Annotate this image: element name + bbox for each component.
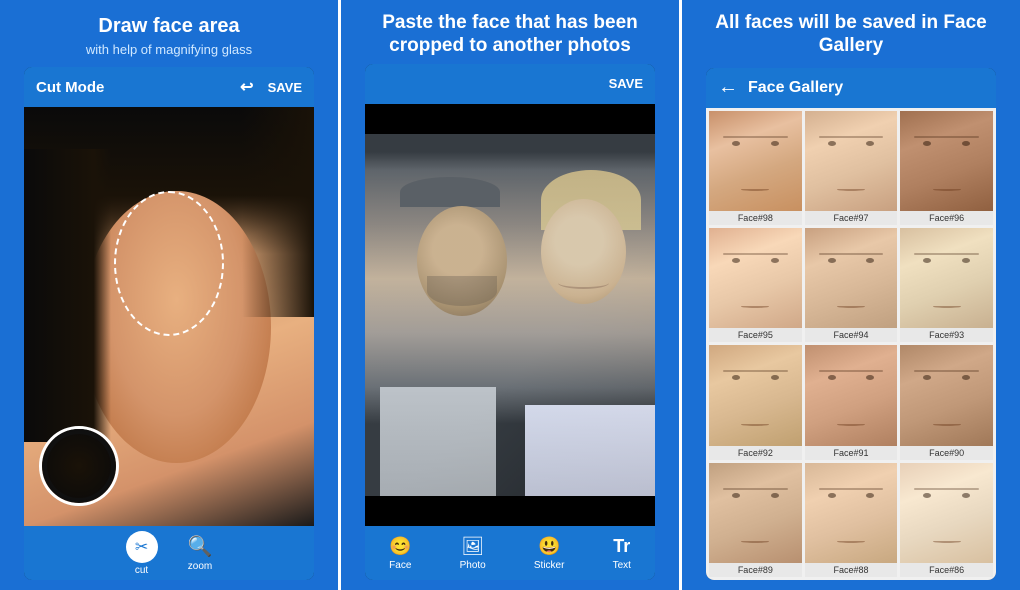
face-thumb-f98 <box>709 111 802 211</box>
black-bar-top <box>365 104 655 134</box>
face-thumb-f94 <box>805 228 898 328</box>
cut-tool[interactable]: ✂ cut <box>126 531 158 576</box>
face-thumb-f88 <box>805 463 898 563</box>
face-label-f94: Face#94 <box>805 328 898 342</box>
bottom-bar-2: 😊 Face 🖼 Photo 😃 Sticker Tr Text <box>365 526 655 580</box>
face-label-f92: Face#92 <box>709 446 802 460</box>
black-bar-bottom <box>365 496 655 526</box>
face-thumb-f92 <box>709 345 802 445</box>
bottom-bar-1: ✂ cut 🔍 zoom <box>24 526 314 580</box>
couple-photo-area <box>365 134 655 496</box>
photo-area-1 <box>24 107 314 526</box>
zoom-icon: 🔍 <box>188 534 213 559</box>
zoom-label: zoom <box>188 561 212 572</box>
face-cell-f96[interactable]: Face#96 <box>900 111 993 225</box>
back-button[interactable]: ← <box>718 76 738 99</box>
sticker-icon: 😃 <box>538 536 560 557</box>
face-icon: 😊 <box>389 536 411 557</box>
cut-icon: ✂ <box>135 537 148 557</box>
face-tool-label: Face <box>389 560 411 571</box>
cap-shape <box>400 177 500 207</box>
face-thumb-f96 <box>900 111 993 211</box>
cut-mode-label: Cut Mode <box>36 79 104 96</box>
couple-photo-bg <box>365 134 655 496</box>
face-label-f95: Face#95 <box>709 328 802 342</box>
save-button-2[interactable]: SAVE <box>609 76 643 91</box>
face-cell-f90[interactable]: Face#90 <box>900 345 993 459</box>
face-cell-f89[interactable]: Face#89 <box>709 463 802 577</box>
gallery-app-bar: ← Face Gallery <box>706 68 996 108</box>
face-thumb-f91 <box>805 345 898 445</box>
phone-mock-3: ← Face Gallery Face#98 Face#97 Face#96 F… <box>706 68 996 580</box>
cut-label: cut <box>135 565 148 576</box>
text-tool[interactable]: Tr Text <box>613 536 631 571</box>
photo-icon: 🖼 <box>461 536 484 557</box>
face-thumb-f97 <box>805 111 898 211</box>
face-label-f93: Face#93 <box>900 328 993 342</box>
face-right <box>541 199 626 304</box>
face-label-f96: Face#96 <box>900 211 993 225</box>
face-cell-f91[interactable]: Face#91 <box>805 345 898 459</box>
app-bar-1: Cut Mode ↩ SAVE <box>24 67 314 107</box>
face-cell-f95[interactable]: Face#95 <box>709 228 802 342</box>
face-cell-f92[interactable]: Face#92 <box>709 345 802 459</box>
face-cell-f93[interactable]: Face#93 <box>900 228 993 342</box>
panel2-title: Paste the face that has been cropped to … <box>341 0 679 64</box>
app-bar-right: ↩ SAVE <box>240 77 302 97</box>
zoom-tool[interactable]: 🔍 zoom <box>188 534 213 572</box>
face-label-f89: Face#89 <box>709 563 802 577</box>
face-cell-f88[interactable]: Face#88 <box>805 463 898 577</box>
face-tool[interactable]: 😊 Face <box>389 536 411 571</box>
undo-icon[interactable]: ↩ <box>240 77 253 97</box>
face-cell-f86[interactable]: Face#86 <box>900 463 993 577</box>
face-left <box>417 206 507 316</box>
text-icon: Tr <box>613 536 630 557</box>
face-selection-oval <box>114 191 224 336</box>
gallery-title: Face Gallery <box>748 79 843 97</box>
face-thumb-f93 <box>900 228 993 328</box>
phone-mock-1: Cut Mode ↩ SAVE <box>24 67 314 580</box>
phone-mock-2: SAVE <box>365 64 655 580</box>
face-thumb-f95 <box>709 228 802 328</box>
face-thumb-f89 <box>709 463 802 563</box>
sticker-tool-label: Sticker <box>534 560 565 571</box>
magnify-glass-circle <box>39 426 119 506</box>
panel-paste-face: Paste the face that has been cropped to … <box>338 0 679 590</box>
photo-tool-label: Photo <box>460 560 486 571</box>
face-thumb-f90 <box>900 345 993 445</box>
panel1-title: Draw face area <box>80 0 257 42</box>
face-label-f90: Face#90 <box>900 446 993 460</box>
face-label-f86: Face#86 <box>900 563 993 577</box>
panel1-subtitle: with help of magnifying glass <box>68 42 270 67</box>
panel3-title: All faces will be saved in Face Gallery <box>682 0 1020 68</box>
face-label-f91: Face#91 <box>805 446 898 460</box>
face-cell-f98[interactable]: Face#98 <box>709 111 802 225</box>
photo-tool[interactable]: 🖼 Photo <box>460 536 486 571</box>
face-cell-f94[interactable]: Face#94 <box>805 228 898 342</box>
face-photo-bg <box>24 107 314 526</box>
app-bar-2: SAVE <box>365 64 655 104</box>
face-grid: Face#98 Face#97 Face#96 Face#95 Face#94 … <box>706 108 996 580</box>
face-cell-f97[interactable]: Face#97 <box>805 111 898 225</box>
face-label-f98: Face#98 <box>709 211 802 225</box>
face-label-f88: Face#88 <box>805 563 898 577</box>
save-button-1[interactable]: SAVE <box>268 80 302 95</box>
text-tool-label: Text <box>613 560 631 571</box>
magnify-inner <box>42 429 116 503</box>
face-thumb-f86 <box>900 463 993 563</box>
panel-face-gallery: All faces will be saved in Face Gallery … <box>679 0 1020 590</box>
face-label-f97: Face#97 <box>805 211 898 225</box>
sticker-tool[interactable]: 😃 Sticker <box>534 536 565 571</box>
cut-tool-circle: ✂ <box>126 531 158 563</box>
panel-draw-face: Draw face area with help of magnifying g… <box>0 0 338 590</box>
